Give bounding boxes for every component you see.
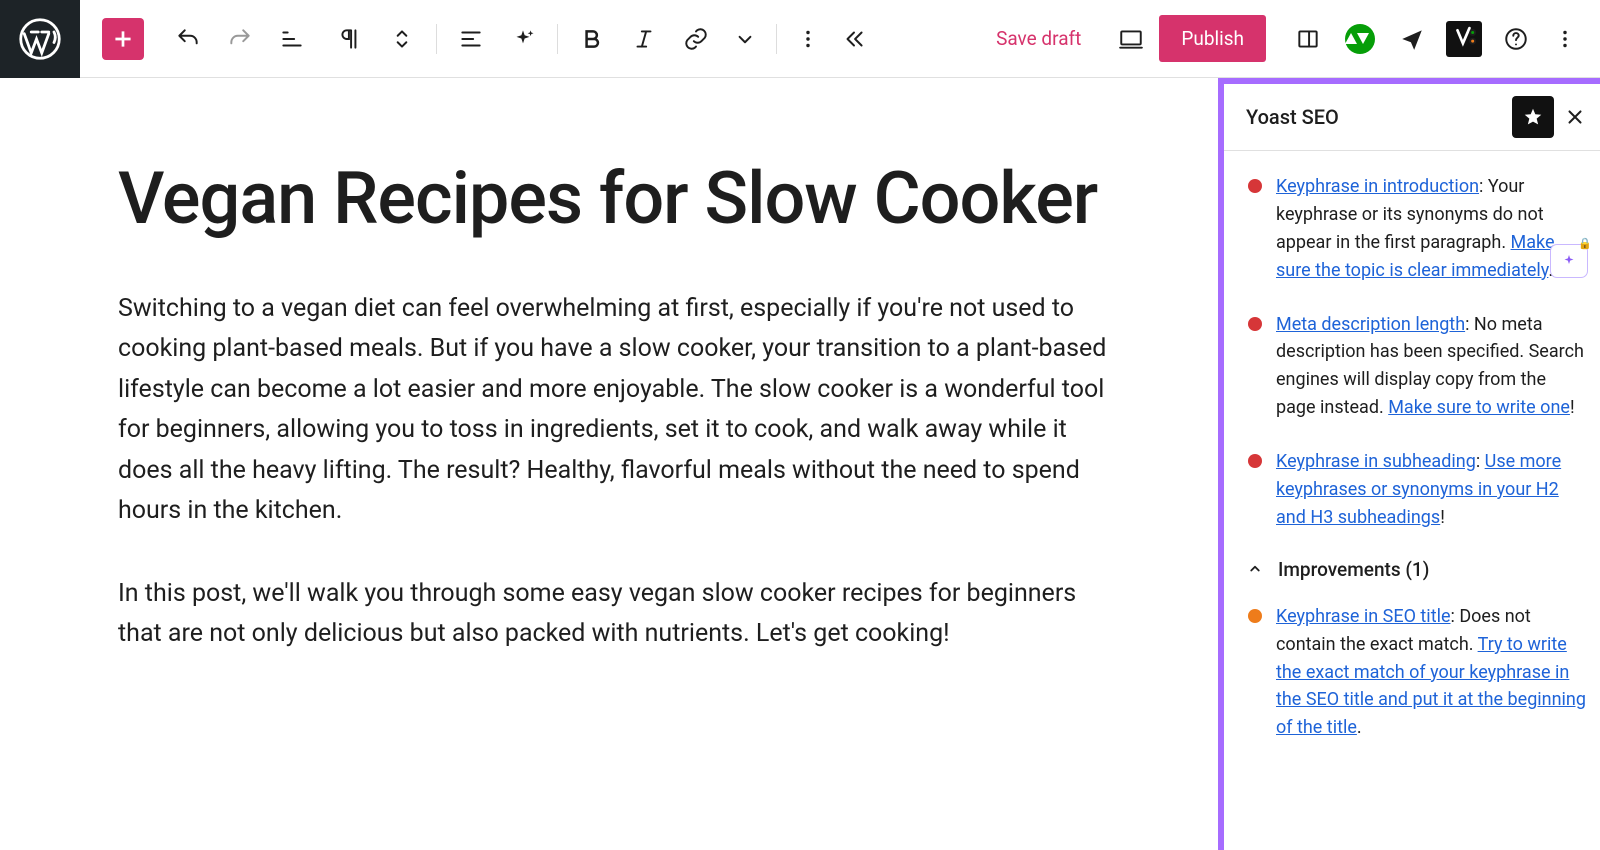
- kebab-icon: [1552, 26, 1578, 52]
- yoast-toggle[interactable]: [1440, 15, 1488, 63]
- seo-analysis-item: Keyphrase in introduction: Your keyphras…: [1248, 173, 1588, 285]
- publish-button[interactable]: Publish: [1159, 15, 1266, 62]
- link-icon: [683, 26, 709, 52]
- move-icon: [389, 26, 415, 52]
- save-draft-button[interactable]: Save draft: [996, 27, 1081, 50]
- jetpack-button[interactable]: [1336, 15, 1384, 63]
- align-button[interactable]: [447, 15, 495, 63]
- seo-item-text: Meta description length: No meta descrip…: [1276, 311, 1588, 423]
- close-icon[interactable]: [1564, 106, 1586, 128]
- improvements-label: Improvements (1): [1278, 558, 1429, 581]
- list-view-icon: [279, 26, 305, 52]
- sparkle-icon: [1560, 252, 1578, 270]
- post-title[interactable]: Vegan Recipes for Slow Cooker: [118, 158, 1108, 241]
- preview-button[interactable]: [1107, 15, 1155, 63]
- bold-button[interactable]: [568, 15, 616, 63]
- align-left-icon: [458, 26, 484, 52]
- chevron-up-icon: [1246, 560, 1264, 578]
- plus-icon: [110, 26, 136, 52]
- paragraph-block[interactable]: Switching to a vegan diet can feel overw…: [118, 289, 1108, 532]
- kebab-icon: [795, 26, 821, 52]
- star-icon: [1522, 106, 1544, 128]
- seo-item-action-link[interactable]: Make sure to write one: [1388, 397, 1570, 418]
- premium-button[interactable]: [1512, 96, 1554, 138]
- yoast-icon: [1446, 21, 1482, 57]
- seo-item-text: Keyphrase in SEO title: Does not contain…: [1276, 603, 1588, 742]
- ai-suggestions-button[interactable]: [1550, 244, 1588, 278]
- workspace: Vegan Recipes for Slow Cooker Switching …: [0, 78, 1600, 850]
- block-editor[interactable]: Vegan Recipes for Slow Cooker Switching …: [0, 78, 1218, 850]
- italic-button[interactable]: [620, 15, 668, 63]
- chevrons-left-icon: [841, 26, 867, 52]
- seo-item-text: Keyphrase in subheading: Use more keyphr…: [1276, 448, 1588, 532]
- seo-item-title-link[interactable]: Keyphrase in subheading: [1276, 451, 1476, 472]
- document-overview-button[interactable]: [268, 15, 316, 63]
- move-block-button[interactable]: [378, 15, 426, 63]
- editor-toolbar: Save draft Publish: [0, 0, 1600, 78]
- bold-icon: [579, 26, 605, 52]
- seo-analysis-list: Keyphrase in introduction: Your keyphras…: [1224, 151, 1600, 850]
- seo-analysis-item: Keyphrase in SEO title: Does not contain…: [1248, 603, 1588, 742]
- device-icon: [1118, 26, 1144, 52]
- chevron-down-icon: [732, 26, 758, 52]
- separator: [557, 24, 558, 54]
- wordpress-icon: [19, 18, 61, 60]
- help-button[interactable]: [1492, 15, 1540, 63]
- sparkle-icon: [510, 26, 536, 52]
- redo-icon: [227, 26, 253, 52]
- jetpack-icon: [1345, 24, 1375, 54]
- status-dot: [1248, 317, 1262, 331]
- block-options-button[interactable]: [787, 15, 829, 63]
- yoast-seo-sidebar: Yoast SEO Keyphrase in introduction: You…: [1218, 78, 1600, 850]
- italic-icon: [631, 26, 657, 52]
- undo-icon: [175, 26, 201, 52]
- seo-item-title-link[interactable]: Meta description length: [1276, 314, 1465, 335]
- collapse-toolbar-button[interactable]: [833, 15, 875, 63]
- seo-item-title-link[interactable]: Keyphrase in introduction: [1276, 176, 1479, 197]
- add-block-button[interactable]: [102, 18, 144, 60]
- pilcrow-icon: [337, 26, 363, 52]
- send-icon: [1399, 26, 1425, 52]
- separator: [776, 24, 777, 54]
- post-content[interactable]: Switching to a vegan diet can feel overw…: [118, 289, 1108, 655]
- sidebar-icon: [1295, 26, 1321, 52]
- paragraph-button[interactable]: [326, 15, 374, 63]
- status-dot: [1248, 179, 1262, 193]
- sidebar-header: Yoast SEO: [1224, 84, 1600, 151]
- status-dot: [1248, 454, 1262, 468]
- more-options-button[interactable]: [1544, 15, 1586, 63]
- separator: [436, 24, 437, 54]
- improvements-section-header[interactable]: Improvements (1): [1246, 558, 1588, 581]
- sidebar-title: Yoast SEO: [1246, 105, 1502, 129]
- seo-analysis-item: Keyphrase in subheading: Use more keyphr…: [1248, 448, 1588, 532]
- seo-item-text: Keyphrase in introduction: Your keyphras…: [1276, 173, 1588, 285]
- settings-sidebar-toggle[interactable]: [1284, 15, 1332, 63]
- undo-button[interactable]: [164, 15, 212, 63]
- help-icon: [1503, 26, 1529, 52]
- send-button[interactable]: [1388, 15, 1436, 63]
- wordpress-logo[interactable]: [0, 0, 80, 78]
- more-rich-text-button[interactable]: [724, 15, 766, 63]
- seo-analysis-item: Meta description length: No meta descrip…: [1248, 311, 1588, 423]
- seo-item-action-link[interactable]: Try to write the exact match of your key…: [1276, 634, 1586, 739]
- seo-item-title-link[interactable]: Keyphrase in SEO title: [1276, 606, 1451, 627]
- status-dot: [1248, 609, 1262, 623]
- seo-item-action-link[interactable]: Make sure the topic is clear immediately: [1276, 232, 1555, 281]
- link-button[interactable]: [672, 15, 720, 63]
- paragraph-block[interactable]: In this post, we'll walk you through som…: [118, 574, 1108, 655]
- redo-button[interactable]: [216, 15, 264, 63]
- ai-assist-button[interactable]: [499, 15, 547, 63]
